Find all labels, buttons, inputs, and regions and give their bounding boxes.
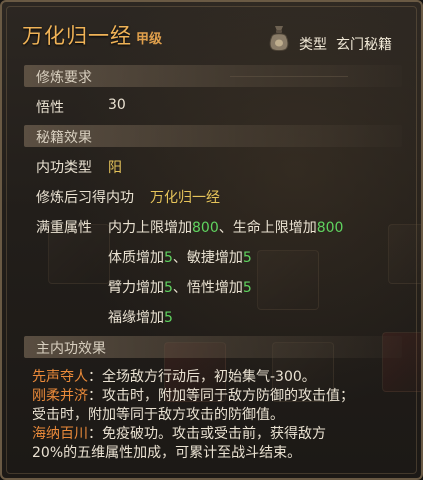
- section-title: 修炼要求: [36, 70, 92, 86]
- item-title: 万化归一经: [22, 24, 132, 48]
- attribute-text: 、敏捷增加: [172, 250, 243, 266]
- type-label: 类型: [299, 37, 327, 53]
- section-main-effect: 主内功效果: [24, 336, 402, 358]
- attribute-line: 内力上限增加800、生命上限增加800: [108, 217, 343, 237]
- item-header: 万化归一经 甲级: [22, 20, 162, 50]
- effect-name: 先声夺人: [32, 369, 88, 385]
- money-bag-icon: [269, 26, 289, 51]
- requirement-label: 悟性: [36, 100, 64, 116]
- attribute-number: 5: [242, 280, 252, 296]
- effect-desc: 20%的五维属性加成，可累计至战斗结束。: [32, 445, 302, 461]
- attribute-text: 体质增加: [108, 250, 164, 266]
- neigong-type-label: 内功类型: [36, 160, 92, 176]
- attribute-number: 5: [242, 250, 252, 266]
- learned-neigong-value: 万化归一经: [150, 190, 220, 206]
- attribute-text: 内力上限增加: [108, 220, 192, 236]
- attribute-line: 臂力增加5、悟性增加5: [108, 277, 252, 297]
- attribute-line: 福缘增加5: [108, 307, 173, 327]
- attribute-number: 5: [164, 280, 173, 296]
- learned-neigong-label: 修炼后习得内功: [36, 190, 134, 206]
- effect-desc: ：全场敌方行动后，初始集气-300。: [88, 369, 316, 385]
- background-item-tile: [388, 224, 421, 284]
- background-item-tile: [257, 250, 319, 310]
- effect-line: 受击时，附加等同于敌方攻击的防御值。: [32, 406, 284, 425]
- attribute-number: 5: [164, 310, 173, 326]
- effect-desc: ：攻击时，附加等同于敌方防御的攻击值；: [88, 388, 354, 404]
- effect-name: 海纳百川: [32, 426, 88, 442]
- attribute-number: 800: [316, 220, 344, 236]
- section-title: 主内功效果: [36, 341, 106, 357]
- attribute-text: 福缘增加: [108, 310, 164, 326]
- section-requirements: 修炼要求: [24, 65, 402, 87]
- section-title: 秘籍效果: [36, 130, 92, 146]
- neigong-type-value: 阳: [108, 160, 122, 176]
- item-grade: 甲级: [136, 32, 163, 47]
- requirement-value: 30: [108, 97, 126, 113]
- type-value: 玄门秘籍: [336, 37, 392, 53]
- attribute-number: 5: [164, 250, 173, 266]
- effect-line: 刚柔并济：攻击时，附加等同于敌方防御的攻击值；: [32, 387, 354, 406]
- effect-desc: ：免疫破功。攻击或受击前，获得敌方: [88, 426, 326, 442]
- attribute-text: 、悟性增加: [172, 280, 243, 296]
- item-tooltip-panel: 万化归一经 甲级 类型 玄门秘籍 修炼要求 悟性 30 秘籍效果 内功类型 阳 …: [0, 0, 423, 480]
- full-attribute-label: 满重属性: [36, 220, 92, 236]
- effect-desc: 受击时，附加等同于敌方攻击的防御值。: [32, 407, 284, 423]
- effect-line: 海纳百川：免疫破功。攻击或受击前，获得敌方: [32, 425, 326, 444]
- attribute-text: 臂力增加: [108, 280, 164, 296]
- attribute-text: 、生命上限增加: [218, 220, 317, 236]
- effect-line: 20%的五维属性加成，可累计至战斗结束。: [32, 444, 301, 463]
- section-effects: 秘籍效果: [24, 125, 402, 147]
- attribute-line: 体质增加5、敏捷增加5: [108, 247, 252, 267]
- effect-line: 先声夺人：全场敌方行动后，初始集气-300。: [32, 368, 316, 387]
- effect-name: 刚柔并济: [32, 388, 88, 404]
- attribute-number: 800: [192, 220, 219, 236]
